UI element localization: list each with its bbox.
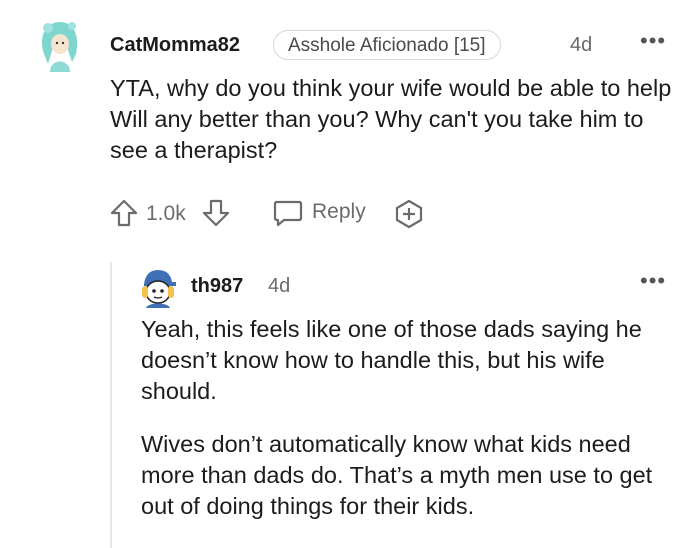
comment-timestamp[interactable]: 4d [570,34,592,57]
more-options-icon[interactable]: ••• [640,268,666,294]
thread-line[interactable] [110,262,112,548]
reply-timestamp[interactable]: 4d [268,275,290,298]
speech-bubble-icon [273,200,303,227]
reply-username[interactable]: th987 [191,275,243,298]
user-flair: Asshole Aficionado [15] [273,30,501,60]
more-options-icon[interactable]: ••• [640,28,666,54]
reply-paragraph: Wives don’t automatically know what kids… [141,431,653,519]
reply-paragraph: Yeah, this feels like one of those dads … [141,316,642,404]
reply-avatar[interactable] [136,264,180,308]
avatar[interactable] [30,14,90,74]
comment-username[interactable]: CatMomma82 [110,34,240,57]
comment-body: YTA, why do you think your wife would be… [110,75,672,163]
add-award-icon[interactable] [394,199,424,234]
vote-count: 1.0k [146,202,186,225]
arrow-up-icon[interactable] [108,197,140,234]
arrow-down-icon[interactable] [200,197,232,234]
reply-button[interactable]: Reply [272,197,372,229]
reply-label: Reply [312,200,366,223]
